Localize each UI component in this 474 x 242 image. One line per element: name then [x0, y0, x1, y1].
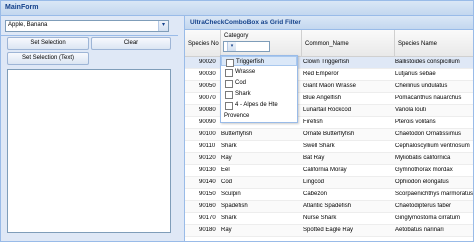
- grid-panel: UltraCheckComboBox as Grid Filter Specie…: [184, 16, 473, 241]
- dropdown-item[interactable]: 4 - Alpes de Hte: [221, 100, 297, 110]
- table-row[interactable]: 90130 Eel California Moray Gymnothorax mord…: [185, 165, 473, 177]
- divider: [1, 35, 178, 36]
- grid-header: Species No Category ✕ ▾ Common_Name Spec…: [185, 30, 473, 57]
- table-row[interactable]: 90120 Ray Bat Ray Myliobatis californica: [185, 153, 473, 165]
- output-listbox[interactable]: [7, 69, 171, 233]
- checkbox[interactable]: [226, 58, 234, 67]
- check-combo-box[interactable]: Apple, Banana ▾: [5, 20, 169, 32]
- checkbox[interactable]: [225, 79, 233, 88]
- clear-button[interactable]: Clear: [91, 37, 171, 50]
- left-panel: Apple, Banana ▾ Set Selection Clear Set …: [1, 16, 178, 241]
- window-title: MainForm: [5, 4, 39, 11]
- table-row[interactable]: 90180 Ray Spotted Eagle Ray Aetobatus narin…: [185, 225, 473, 237]
- dropdown-item[interactable]: Cod: [221, 78, 297, 88]
- grid-title: UltraCheckComboBox as Grid Filter: [190, 19, 301, 26]
- dropdown-item-continued: Provence: [224, 112, 250, 119]
- column-header-category[interactable]: Category ✕ ▾: [221, 30, 302, 56]
- table-row[interactable]: 90140 Cod Lingcod Ophiodon elongatus: [185, 177, 473, 189]
- chevron-down-icon[interactable]: ▾: [158, 21, 168, 31]
- dropdown-item[interactable]: Triggerfish: [221, 56, 297, 67]
- dropdown-item[interactable]: Shark: [221, 89, 297, 99]
- set-selection-button[interactable]: Set Selection: [7, 37, 89, 50]
- category-filter-combo[interactable]: ✕ ▾: [223, 41, 270, 52]
- column-header-common-name[interactable]: Common_Name: [302, 30, 395, 56]
- set-selection-text-button[interactable]: Set Selection (Text): [7, 52, 89, 65]
- checkbox[interactable]: [225, 101, 233, 110]
- table-row[interactable]: 90100 Butterflyfish Ornate Butterflyfish Ch…: [185, 129, 473, 141]
- column-header-species-no[interactable]: Species No: [185, 30, 221, 56]
- main-form-window: MainForm Apple, Banana ▾ Set Selection C…: [0, 0, 474, 242]
- chevron-down-icon[interactable]: ▾: [227, 42, 236, 51]
- table-row[interactable]: 90160 Spadefish Atlantic Spadefish Chaetodi…: [185, 201, 473, 213]
- column-header-species-name[interactable]: Species Name: [395, 30, 473, 56]
- checkbox[interactable]: [225, 90, 233, 99]
- dropdown-item[interactable]: Wrasse: [221, 67, 297, 77]
- window-titlebar: MainForm: [1, 1, 473, 16]
- category-filter-dropdown: Triggerfish Wrasse Cod Shark 4 - Alpes d…: [220, 55, 298, 123]
- table-row[interactable]: 90150 Sculpin Cabezon Scorpaenichthys marmo…: [185, 189, 473, 201]
- table-row[interactable]: 90110 Shark Swell Shark Cephaloscyllium ven…: [185, 141, 473, 153]
- checkbox[interactable]: [225, 68, 233, 77]
- table-row[interactable]: 90170 Shark Nurse Shark Ginglymostoma cirra…: [185, 213, 473, 225]
- grid-title-bar: UltraCheckComboBox as Grid Filter: [185, 16, 473, 30]
- combo-value: Apple, Banana: [8, 22, 48, 28]
